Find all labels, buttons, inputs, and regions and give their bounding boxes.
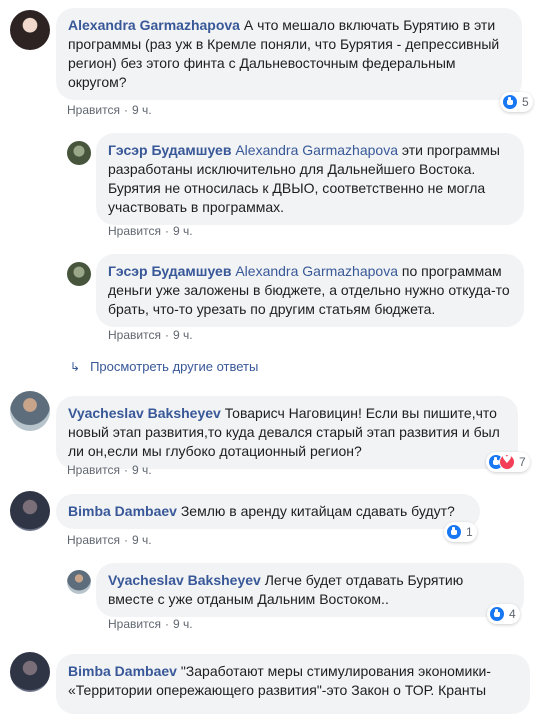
reaction-count: 1: [466, 525, 473, 539]
avatar[interactable]: [67, 141, 91, 165]
reply-author[interactable]: Vyacheslav Baksheyev: [108, 572, 261, 588]
reactions-badge[interactable]: 4: [487, 604, 520, 624]
reply-time[interactable]: 9 ч.: [173, 328, 193, 342]
avatar[interactable]: [10, 491, 50, 531]
avatar[interactable]: [67, 262, 91, 286]
reactions-badge[interactable]: 7: [486, 452, 530, 472]
reply-mention[interactable]: Alexandra Garmazhapova: [235, 263, 398, 279]
comment-time[interactable]: 9 ч.: [132, 103, 152, 117]
love-reaction-icon: [499, 453, 515, 470]
avatar[interactable]: [10, 10, 50, 50]
comment-author[interactable]: Bimba Dambaev: [68, 663, 177, 679]
reply-bubble: Гэсэр Будамшуев Alexandra Garmazhapova э…: [96, 133, 524, 225]
comment-time[interactable]: 9 ч.: [132, 463, 152, 477]
like-link[interactable]: Нравится: [108, 328, 161, 342]
like-reaction-icon: [446, 524, 462, 540]
reply-author[interactable]: Гэсэр Будамшуев: [108, 263, 231, 279]
reply-actions: Нравится · 9 ч.: [108, 224, 193, 238]
reply-author[interactable]: Гэсэр Будамшуев: [108, 142, 231, 158]
comment-text: Землю в аренду китайцам сдавать будут?: [180, 503, 455, 519]
comment-bubble: Alexandra Garmazhapova А что мешало вклю…: [56, 8, 522, 100]
reply-bubble: Vyacheslav Baksheyev Легче будет отдават…: [96, 563, 524, 617]
avatar[interactable]: [10, 652, 50, 692]
reaction-count: 7: [519, 455, 526, 469]
reaction-count: 4: [509, 607, 516, 621]
comment-bubble: Bimba Dambaev "Заработают меры стимулиро…: [56, 654, 530, 714]
reply-time[interactable]: 9 ч.: [173, 224, 193, 238]
reactions-badge[interactable]: 1: [444, 522, 477, 542]
reply-actions: Нравится · 9 ч.: [108, 617, 193, 631]
reaction-count: 5: [522, 95, 529, 109]
reply-mention[interactable]: Alexandra Garmazhapova: [235, 142, 398, 158]
comment-actions: Нравится · 9 ч.: [67, 103, 152, 117]
comment-actions: Нравится · 9 ч.: [67, 463, 152, 477]
comment-bubble: Bimba Dambaev Землю в аренду китайцам сд…: [56, 494, 480, 529]
reply-arrow-icon: ↳: [70, 360, 81, 374]
view-more-replies-label[interactable]: Просмотреть другие ответы: [90, 359, 258, 374]
reply-bubble: Гэсэр Будамшуев Alexandra Garmazhapova п…: [96, 254, 524, 327]
like-link[interactable]: Нравится: [67, 103, 120, 117]
like-link[interactable]: Нравится: [67, 463, 120, 477]
view-more-replies-link[interactable]: ↳ Просмотреть другие ответы: [70, 359, 258, 375]
reply-time[interactable]: 9 ч.: [173, 617, 193, 631]
like-link[interactable]: Нравится: [108, 224, 161, 238]
comment-time[interactable]: 9 ч.: [132, 533, 152, 547]
comment-author[interactable]: Alexandra Garmazhapova: [68, 17, 240, 33]
comment-author[interactable]: Bimba Dambaev: [68, 503, 177, 519]
comment-actions: Нравится · 9 ч.: [67, 533, 152, 547]
like-reaction-icon: [489, 606, 505, 622]
like-link[interactable]: Нравится: [108, 617, 161, 631]
avatar[interactable]: [10, 391, 50, 431]
avatar[interactable]: [67, 570, 91, 594]
like-reaction-icon: [502, 94, 518, 110]
comment-bubble: Vyacheslav Baksheyev Товарисч Наговицин!…: [56, 396, 518, 469]
comment-author[interactable]: Vyacheslav Baksheyev: [68, 405, 221, 421]
like-link[interactable]: Нравится: [67, 533, 120, 547]
reactions-badge[interactable]: 5: [500, 92, 533, 112]
reply-actions: Нравится · 9 ч.: [108, 328, 193, 342]
